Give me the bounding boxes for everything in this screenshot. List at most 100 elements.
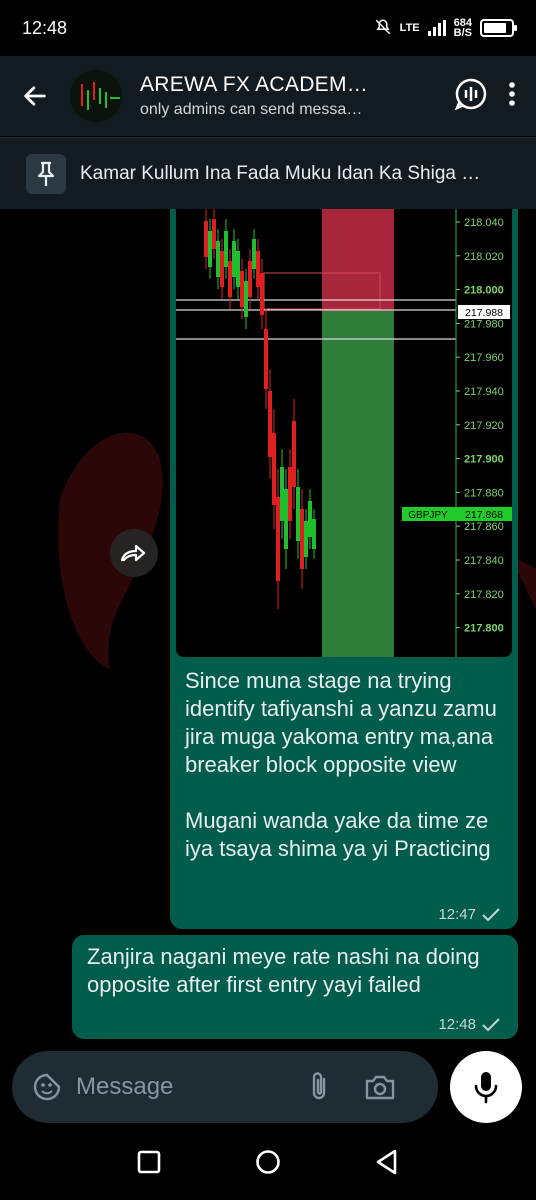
price-axis-labels: 218.040 218.020 218.000 217.980 217.960 217.9… (456, 217, 504, 635)
sticker-button[interactable] (32, 1072, 62, 1102)
group-avatar[interactable] (70, 70, 122, 122)
candles-group (204, 209, 316, 609)
attach-icon (312, 1072, 326, 1100)
candle-body (228, 261, 232, 297)
candle-body (220, 251, 224, 287)
image-message-bubble[interactable]: 218.040 218.020 218.000 217.980 217.960 217.9… (170, 209, 518, 929)
candle-body (268, 391, 272, 457)
candle-body (212, 219, 216, 249)
home-button[interactable] (255, 1149, 281, 1180)
price-tick-label: 217.840 (464, 555, 504, 567)
message-meta: 12:48 (438, 1016, 500, 1033)
candle-body (308, 501, 312, 537)
message-input-pill[interactable] (12, 1051, 438, 1123)
price-tick-label: 217.960 (464, 352, 504, 364)
forward-icon (120, 544, 146, 562)
signal-icon (427, 20, 446, 36)
recent-apps-button[interactable] (137, 1150, 161, 1179)
candle-body (236, 251, 240, 287)
back-button[interactable] (0, 56, 70, 136)
chart-image[interactable]: 218.040 218.020 218.000 217.980 217.960 217.9… (176, 209, 512, 657)
voice-chat-button[interactable] (454, 77, 488, 116)
system-navbar (0, 1129, 536, 1200)
pinned-message-bar[interactable]: Kamar Kullum Ina Fada Muku Idan Ka Shiga… (0, 137, 536, 209)
chat-title: AREWA FX ACADEM… (140, 73, 369, 96)
candle-body (284, 489, 288, 549)
price-tick-label: 217.820 (464, 589, 504, 601)
candle-body (204, 221, 208, 257)
message-time: 12:47 (438, 906, 476, 923)
more-options-button[interactable] (506, 80, 518, 113)
camera-icon (365, 1075, 395, 1100)
home-icon (256, 1150, 280, 1174)
network-label: LTE (399, 22, 420, 34)
status-icons: LTE 684 B/S (374, 17, 517, 39)
speed-readout: 684 B/S (453, 17, 472, 39)
price-tick-label: 218.040 (464, 217, 504, 229)
candle-body (288, 467, 292, 521)
current-price-label: 217.988 (465, 307, 503, 319)
attach-button[interactable] (308, 1071, 330, 1103)
price-tick-label: 218.000 (464, 285, 504, 297)
more-vertical-icon (509, 81, 515, 106)
recent-apps-icon (137, 1150, 161, 1174)
status-time: 12:48 (22, 17, 68, 38)
candle-body (232, 241, 236, 277)
chat-header: AREWA FX ACADEM… only admins can send me… (0, 56, 536, 136)
candle-body (244, 281, 248, 317)
candle-body (248, 261, 252, 297)
candle-body (264, 329, 268, 389)
candle-body (216, 241, 220, 277)
price-tick-label: 217.980 (464, 318, 504, 330)
message-meta: 12:47 (438, 906, 500, 923)
candle-body (272, 433, 276, 505)
candle-body (300, 509, 304, 569)
message-input[interactable] (76, 1073, 296, 1101)
candle-body (276, 497, 280, 581)
status-bar: 12:48 LTE 684 B/S (0, 0, 536, 56)
price-tick-label: 217.880 (464, 487, 504, 499)
message-time: 12:48 (438, 1016, 476, 1033)
candle-body (312, 519, 316, 549)
chat-area[interactable]: 218.040 218.020 218.000 217.980 217.960 217.9… (0, 209, 536, 1049)
battery-level (484, 23, 506, 33)
price-tick-label: 217.920 (464, 420, 504, 432)
price-tick-label: 218.020 (464, 251, 504, 263)
message-text: Zanjira nagani meye rate nashi na doing … (87, 944, 480, 997)
candle-body (260, 273, 264, 315)
candle-body (224, 231, 228, 267)
chat-title-block[interactable]: AREWA FX ACADEM… only admins can send me… (140, 73, 454, 119)
price-tick-label: 217.900 (464, 454, 504, 466)
sent-check-icon (482, 1017, 500, 1031)
sent-check-icon (482, 907, 500, 921)
symbol-price-label: 217.868 (465, 509, 503, 521)
take-profit-zone (322, 311, 394, 657)
chat-subtitle: only admins can send messa… (140, 101, 363, 118)
candle-body (280, 467, 284, 521)
candle-body (208, 231, 212, 267)
message-text: Since muna stage na trying identify tafi… (185, 668, 497, 861)
price-tick-label: 217.860 (464, 521, 504, 533)
mute-icon (374, 18, 392, 39)
forward-button[interactable] (110, 529, 158, 577)
camera-button[interactable] (364, 1073, 396, 1101)
candle-body (296, 487, 300, 541)
outgoing-message-bubble[interactable]: Zanjira nagani meye rate nashi na doing … (72, 935, 518, 1039)
battery-icon (480, 19, 517, 37)
voice-chat-icon (454, 78, 487, 110)
header-actions (454, 77, 536, 116)
candle-body (240, 271, 244, 307)
price-tick-label: 217.940 (464, 386, 504, 398)
candle-body (252, 239, 256, 269)
candle-body (256, 251, 260, 287)
trading-chart: 218.040 218.020 218.000 217.980 217.960 217.9… (176, 209, 512, 657)
symbol-label: GBPJPY (408, 510, 448, 521)
candle-body (292, 421, 296, 487)
stop-loss-zone (322, 209, 394, 311)
back-nav-icon (376, 1149, 397, 1175)
back-arrow-icon (24, 86, 46, 106)
voice-record-button[interactable] (450, 1051, 522, 1123)
pinned-text: Kamar Kullum Ina Fada Muku Idan Ka Shiga… (80, 162, 481, 184)
pin-icon (26, 153, 66, 194)
back-nav-button[interactable] (375, 1149, 399, 1180)
